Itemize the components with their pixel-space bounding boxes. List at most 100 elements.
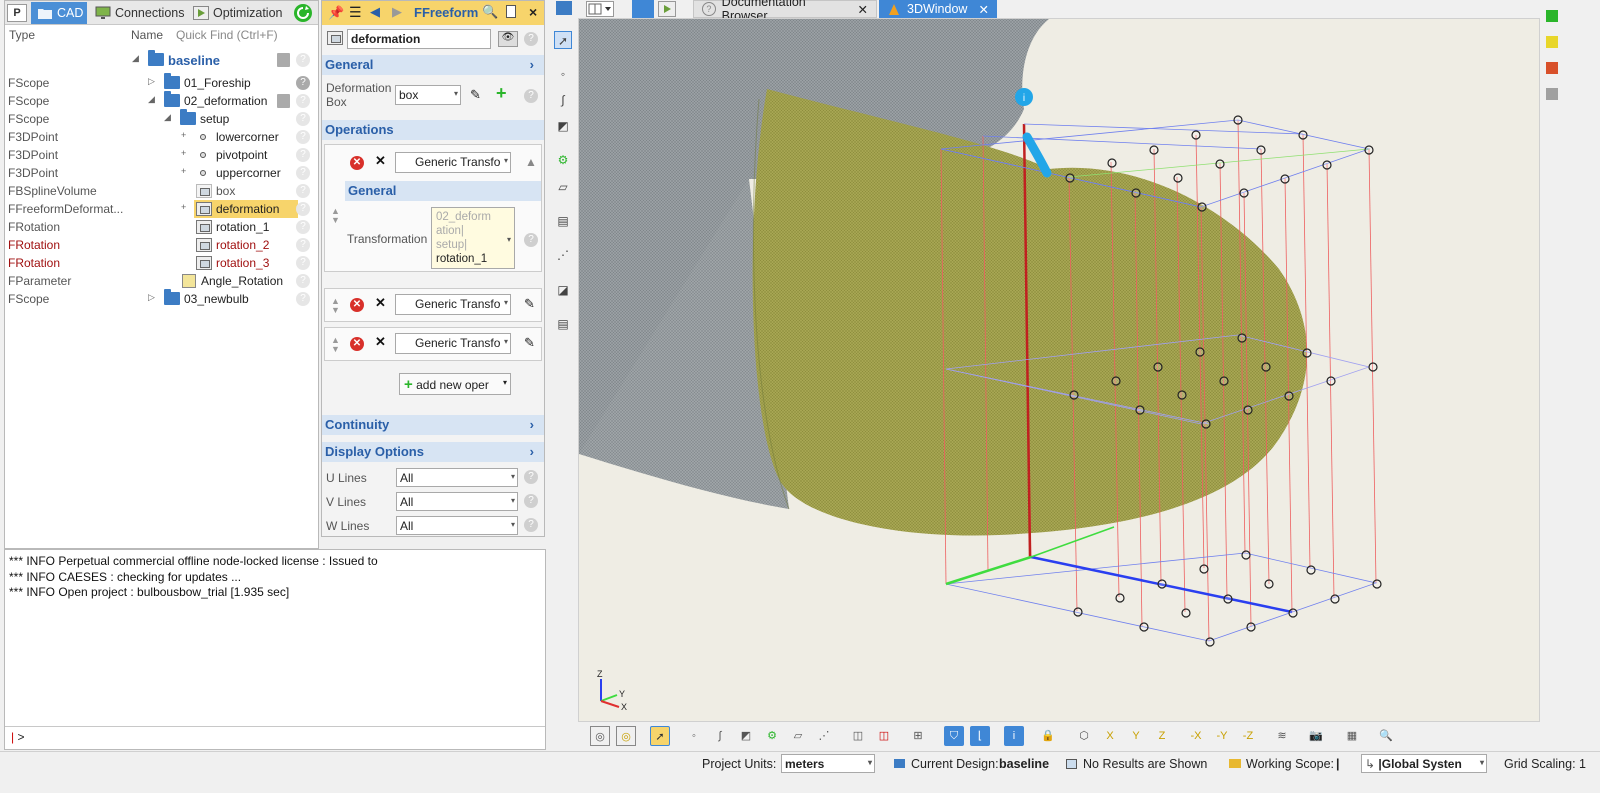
- view-minus-y-icon[interactable]: -Y: [1212, 726, 1232, 746]
- plane-tool-icon[interactable]: ▱: [554, 178, 572, 196]
- axis-toggle-icon[interactable]: ⌊: [970, 726, 990, 746]
- status-gray-indicator[interactable]: [1546, 88, 1558, 100]
- render-icon[interactable]: ≋: [1272, 726, 1292, 746]
- refresh-icon[interactable]: [294, 4, 312, 22]
- view-minus-z-icon[interactable]: -Z: [1238, 726, 1258, 746]
- feature-tool-icon[interactable]: ▤: [554, 212, 572, 230]
- edit-icon[interactable]: ✎: [470, 87, 481, 103]
- status-green-indicator[interactable]: [1546, 10, 1558, 22]
- copy-icon[interactable]: [506, 5, 516, 18]
- clear-icon[interactable]: ✕: [375, 153, 386, 169]
- camera-icon[interactable]: 📷: [1306, 726, 1326, 746]
- plane-filter-icon[interactable]: ▱: [788, 726, 808, 746]
- section-icon[interactable]: ◫: [848, 726, 868, 746]
- tab-connections[interactable]: Connections: [89, 2, 185, 24]
- scope-settings-icon[interactable]: [277, 53, 290, 67]
- help-icon[interactable]: ?: [296, 166, 310, 180]
- operation-type-select[interactable]: Generic Transfo ▾: [395, 333, 511, 354]
- expand-plus-icon[interactable]: +: [181, 148, 186, 158]
- forward-arrow-icon[interactable]: ▶: [392, 4, 402, 20]
- command-input[interactable]: | >: [5, 726, 545, 748]
- no-section-icon[interactable]: ◫: [874, 726, 894, 746]
- project-tab-p[interactable]: P: [7, 4, 27, 22]
- current-design-value[interactable]: baseline: [999, 757, 1049, 771]
- tree-root-row[interactable]: ◢ baseline ?: [5, 50, 318, 69]
- name-column-header[interactable]: Name: [131, 28, 163, 42]
- back-arrow-icon[interactable]: ◀: [370, 4, 380, 20]
- tree-row[interactable]: FBSplineVolume box ?: [5, 182, 318, 200]
- collapse-arrow-icon[interactable]: ◢: [164, 112, 171, 123]
- 3d-viewport[interactable]: i Z Y X: [578, 18, 1540, 722]
- feature-definition-icon[interactable]: ▤: [554, 315, 572, 333]
- status-red-indicator[interactable]: [1546, 62, 1558, 74]
- surface-filter-icon[interactable]: ◩: [736, 726, 756, 746]
- status-yellow-indicator[interactable]: [1546, 36, 1558, 48]
- expand-arrow-icon[interactable]: ◢: [132, 53, 139, 64]
- section-continuity[interactable]: Continuity ›: [322, 415, 544, 435]
- folder-icon[interactable]: [556, 1, 572, 15]
- edit-icon[interactable]: ✎: [524, 335, 535, 351]
- point-filter-icon[interactable]: ◦: [684, 726, 704, 746]
- tree-row[interactable]: FScope ▷ 03_newbulb ?: [5, 289, 318, 308]
- tree-row[interactable]: F3DPoint + uppercorner ?: [5, 164, 318, 182]
- help-icon[interactable]: ?: [296, 274, 310, 288]
- remove-operation-icon[interactable]: ✕: [350, 156, 364, 170]
- help-icon[interactable]: ?: [296, 94, 310, 108]
- view-fit-icon[interactable]: ◎: [590, 726, 610, 746]
- tree-row[interactable]: FParameter Angle_Rotation ?: [5, 272, 318, 290]
- tree-row[interactable]: FRotation rotation_1 ?: [5, 218, 318, 236]
- cube-view-icon[interactable]: ⬡: [1074, 726, 1094, 746]
- curve-filter-icon[interactable]: ∫: [710, 726, 730, 746]
- edit-icon[interactable]: ✎: [524, 296, 535, 312]
- working-scope-value[interactable]: |: [1336, 757, 1340, 771]
- view-y-icon[interactable]: Y: [1126, 726, 1146, 746]
- menu-icon[interactable]: ☰: [349, 4, 362, 21]
- tree-row[interactable]: FScope ◢ 02_deformation ?: [5, 91, 318, 110]
- collapse-up-icon[interactable]: ▲: [525, 155, 537, 169]
- help-icon[interactable]: ?: [296, 53, 310, 67]
- gear-surface-icon[interactable]: ⚙: [554, 151, 572, 169]
- tab-3dwindow[interactable]: 3DWindow ✕: [879, 0, 997, 18]
- clear-icon[interactable]: ✕: [375, 334, 386, 350]
- quick-find-input[interactable]: Quick Find (Ctrl+F): [176, 28, 278, 42]
- transformation-field[interactable]: 02_deform ation| setup| rotation_1: [431, 207, 515, 269]
- help-icon[interactable]: ?: [524, 470, 538, 484]
- w-lines-select[interactable]: All ▾: [396, 516, 518, 535]
- close-tab-icon[interactable]: ✕: [858, 2, 868, 17]
- tree-row[interactable]: FRotation rotation_3 ?: [5, 254, 318, 272]
- remove-operation-icon[interactable]: ✕: [350, 298, 364, 312]
- close-tab-icon[interactable]: ✕: [979, 2, 989, 17]
- results-text[interactable]: No Results are Shown: [1083, 757, 1207, 771]
- pin-icon[interactable]: 📌: [328, 5, 344, 21]
- cad-view-icon[interactable]: [632, 0, 654, 18]
- help-icon[interactable]: ?: [524, 32, 538, 46]
- type-column-header[interactable]: Type: [9, 28, 35, 42]
- close-icon[interactable]: ×: [529, 4, 537, 20]
- clear-icon[interactable]: ✕: [375, 295, 386, 311]
- help-icon[interactable]: ?: [524, 89, 538, 103]
- expand-plus-icon[interactable]: +: [181, 130, 186, 140]
- tree-row[interactable]: F3DPoint + pivotpoint ?: [5, 146, 318, 164]
- scope-settings-icon[interactable]: [277, 94, 290, 108]
- measure-tool-icon[interactable]: ⋰: [554, 246, 572, 264]
- solid-tool-icon[interactable]: ◪: [554, 281, 572, 299]
- collapse-arrow-icon[interactable]: ◢: [148, 94, 155, 105]
- tree-row[interactable]: FScope ▷ 01_Foreship ?: [5, 73, 318, 92]
- play-icon[interactable]: [658, 1, 676, 17]
- view-zoom-icon[interactable]: ◎: [616, 726, 636, 746]
- lock-icon[interactable]: 🔒: [1038, 726, 1058, 746]
- section-display-options[interactable]: Display Options ›: [322, 442, 544, 462]
- curve-tool-icon[interactable]: ∫: [554, 91, 572, 109]
- help-icon[interactable]: ?: [524, 494, 538, 508]
- help-icon[interactable]: ?: [524, 518, 538, 532]
- tree-row-selected[interactable]: FFreeformDeformat... + deformation ?: [5, 200, 318, 218]
- surface-tool-icon[interactable]: ◩: [554, 117, 572, 135]
- help-icon[interactable]: ?: [524, 233, 538, 247]
- help-icon[interactable]: ?: [296, 76, 310, 90]
- reorder-handle-icon[interactable]: ▲ ▼: [331, 297, 340, 315]
- section-general[interactable]: General ›: [322, 55, 544, 75]
- section-operations[interactable]: Operations: [322, 120, 544, 140]
- coordinate-system-select[interactable]: ↳ |Global Systen ▾: [1361, 754, 1487, 773]
- operation-type-select[interactable]: Generic Transfo ▾: [395, 152, 511, 173]
- gear-surface-icon[interactable]: ⚙: [762, 726, 782, 746]
